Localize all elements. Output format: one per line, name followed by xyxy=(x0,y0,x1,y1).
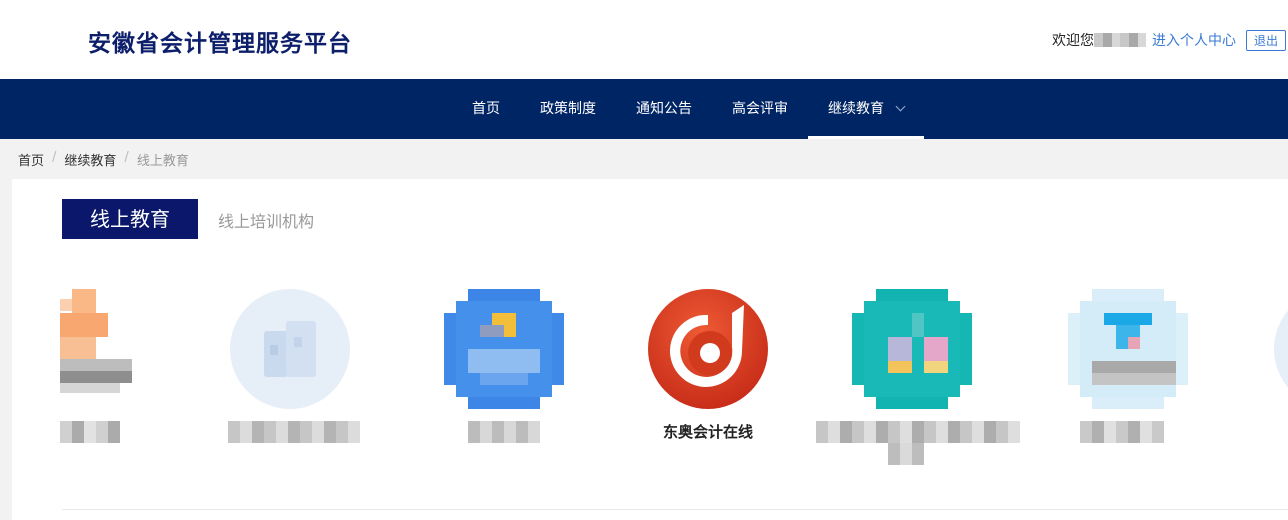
org-logo-blurred[interactable] xyxy=(444,289,564,409)
org-logo-blurred[interactable] xyxy=(852,289,972,409)
org-logo-blurred[interactable] xyxy=(60,289,140,409)
blurred-org-name xyxy=(1080,421,1164,443)
blurred-org-name xyxy=(60,421,120,443)
content-panel: 线上教育 线上培训机构 东奥会计在线 xyxy=(12,179,1288,520)
site-title[interactable]: 安徽省会计管理服务平台 xyxy=(88,24,352,58)
nav-item-continuing-education[interactable]: 继续教育 xyxy=(808,79,924,139)
blur-pixel xyxy=(468,349,540,373)
blur-pixel xyxy=(480,325,504,337)
nav-item-notices[interactable]: 通知公告 xyxy=(616,79,712,139)
nav-item-senior-review[interactable]: 高会评审 xyxy=(712,79,808,139)
blur-pixel xyxy=(60,359,132,371)
tab-online-training-orgs[interactable]: 线上培训机构 xyxy=(218,208,314,232)
blur-pixel xyxy=(1274,289,1288,409)
breadcrumb-separator: / xyxy=(124,150,129,165)
blur-pixel xyxy=(1128,337,1140,349)
blur-pixel xyxy=(60,313,108,337)
blur-pixel xyxy=(1104,313,1152,325)
blur-pixel xyxy=(924,337,948,361)
blur-pixel xyxy=(60,383,120,393)
blur-pixel xyxy=(924,361,948,373)
profile-link[interactable]: 进入个人中心 xyxy=(1152,30,1236,50)
blurred-org-name xyxy=(228,421,360,443)
blur-pixel xyxy=(1092,373,1176,385)
section-divider xyxy=(62,509,1288,510)
welcome-text: 欢迎您 xyxy=(1051,33,1094,49)
nav-items: 首页 政策制度 通知公告 高会评审 继续教育 xyxy=(452,79,924,139)
blur-pixel xyxy=(60,337,96,359)
blurred-org-name xyxy=(888,443,924,465)
org-logo-placeholder[interactable] xyxy=(230,289,350,409)
breadcrumb-separator: / xyxy=(52,150,57,165)
blurred-org-name xyxy=(468,421,540,443)
blur-pixel xyxy=(60,371,132,383)
tab-online-education[interactable]: 线上教育 xyxy=(62,199,198,239)
breadcrumb: 首页 / 继续教育 / 线上教育 xyxy=(18,150,189,169)
dongao-logo[interactable] xyxy=(648,289,768,409)
user-area: 欢迎您 进入个人中心 退出 xyxy=(1052,29,1288,51)
blur-pixel xyxy=(480,373,528,385)
nav-item-continuing-education-label: 继续教育 xyxy=(828,101,884,117)
blur-pixel xyxy=(888,361,912,373)
blur-pixel xyxy=(1092,361,1176,373)
nav-item-home[interactable]: 首页 xyxy=(452,79,520,139)
blur-pixel xyxy=(72,289,96,313)
blurred-org-name xyxy=(816,421,1020,443)
breadcrumb-continuing-education[interactable]: 继续教育 xyxy=(64,150,116,169)
header: 安徽省会计管理服务平台 欢迎您 进入个人中心 退出 xyxy=(0,0,1288,79)
logout-button[interactable]: 退出 xyxy=(1245,29,1286,51)
breadcrumb-current: 线上教育 xyxy=(136,154,189,169)
org-logo-blurred[interactable] xyxy=(1068,289,1188,409)
breadcrumb-home[interactable]: 首页 xyxy=(18,150,44,169)
org-logo-partial[interactable] xyxy=(1274,289,1288,409)
dongao-logo-icon xyxy=(648,289,768,409)
org-name-dongao[interactable]: 东奥会计在线 xyxy=(648,421,768,442)
blur-pixel xyxy=(912,313,924,337)
blur-pixel xyxy=(888,337,912,361)
blurred-username xyxy=(1093,33,1146,47)
blur-pixel xyxy=(60,299,72,311)
nav-item-policy[interactable]: 政策制度 xyxy=(520,79,616,139)
building-icon xyxy=(264,321,316,377)
main-navbar: 首页 政策制度 通知公告 高会评审 继续教育 xyxy=(0,79,1288,139)
chevron-down-icon xyxy=(895,101,906,112)
